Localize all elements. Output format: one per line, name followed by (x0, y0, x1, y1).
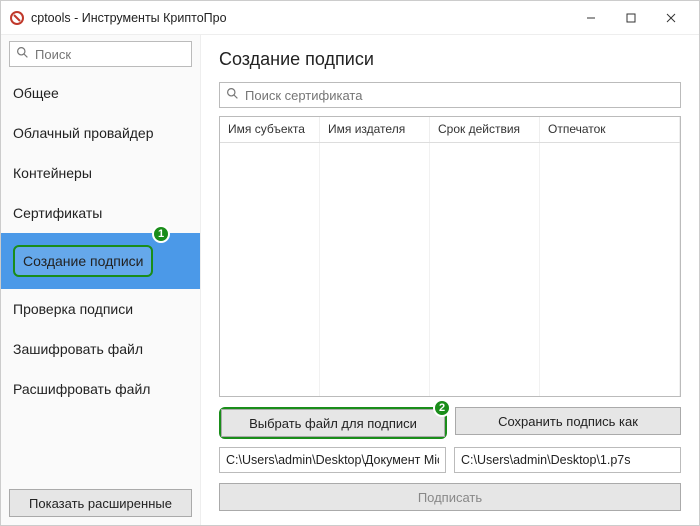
annotation-badge-1: 1 (152, 225, 170, 243)
sidebar-item-general[interactable]: Общее (1, 73, 200, 113)
sidebar-nav: Общее Облачный провайдер Контейнеры Серт… (1, 73, 200, 481)
sidebar-item-encrypt-file[interactable]: Зашифровать файл (1, 329, 200, 369)
highlight-1: Создание подписи (13, 245, 153, 277)
search-icon (226, 87, 239, 103)
main-panel: Создание подписи Имя субъекта Имя издате… (201, 35, 699, 525)
sidebar-item-create-signature[interactable]: Создание подписи 1 (1, 233, 200, 289)
sidebar-item-cloud-provider[interactable]: Облачный провайдер (1, 113, 200, 153)
choose-file-button[interactable]: Выбрать файл для подписи (221, 409, 445, 437)
sign-button[interactable]: Подписать (219, 483, 681, 511)
col-sep (430, 143, 540, 396)
sidebar-bottom: Показать расширенные (1, 481, 200, 525)
cert-search-wrap (219, 82, 681, 108)
close-button[interactable] (651, 1, 691, 35)
col-issuer[interactable]: Имя издателя (320, 117, 430, 142)
sidebar-item-verify-signature[interactable]: Проверка подписи (1, 289, 200, 329)
table-header: Имя субъекта Имя издателя Срок действия … (220, 117, 680, 143)
col-thumbprint[interactable]: Отпечаток (540, 117, 680, 142)
minimize-button[interactable] (571, 1, 611, 35)
window-title: cptools - Инструменты КриптоПро (31, 11, 571, 25)
titlebar: cptools - Инструменты КриптоПро (1, 1, 699, 35)
cert-table[interactable]: Имя субъекта Имя издателя Срок действия … (219, 116, 681, 397)
sidebar-search-wrap (1, 35, 200, 73)
sidebar-item-containers[interactable]: Контейнеры (1, 153, 200, 193)
cert-search-box[interactable] (219, 82, 681, 108)
table-body (220, 143, 680, 396)
output-file-path[interactable] (454, 447, 681, 473)
app-window: cptools - Инструменты КриптоПро Общее (0, 0, 700, 526)
save-signature-as-button[interactable]: Сохранить подпись как (455, 407, 681, 435)
col-validity[interactable]: Срок действия (430, 117, 540, 142)
maximize-button[interactable] (611, 1, 651, 35)
col-sep (540, 143, 680, 396)
path-row (219, 447, 681, 473)
annotation-badge-2: 2 (433, 399, 451, 417)
show-advanced-button[interactable]: Показать расширенные (9, 489, 192, 517)
cert-search-input[interactable] (245, 88, 674, 103)
input-file-path[interactable] (219, 447, 446, 473)
col-sep (320, 143, 430, 396)
file-buttons-row: 2 Выбрать файл для подписи Сохранить под… (219, 407, 681, 439)
sidebar-search-input[interactable] (35, 47, 211, 62)
search-icon (16, 46, 29, 62)
sidebar-search-box[interactable] (9, 41, 192, 67)
app-icon (9, 10, 25, 26)
highlight-2: 2 Выбрать файл для подписи (219, 407, 447, 439)
sidebar: Общее Облачный провайдер Контейнеры Серт… (1, 35, 201, 525)
page-title: Создание подписи (219, 49, 681, 70)
sidebar-item-decrypt-file[interactable]: Расшифровать файл (1, 369, 200, 409)
body: Общее Облачный провайдер Контейнеры Серт… (1, 35, 699, 525)
col-sep (220, 143, 320, 396)
sign-row: Подписать (219, 483, 681, 511)
col-subject[interactable]: Имя субъекта (220, 117, 320, 142)
sidebar-item-certificates[interactable]: Сертификаты (1, 193, 200, 233)
